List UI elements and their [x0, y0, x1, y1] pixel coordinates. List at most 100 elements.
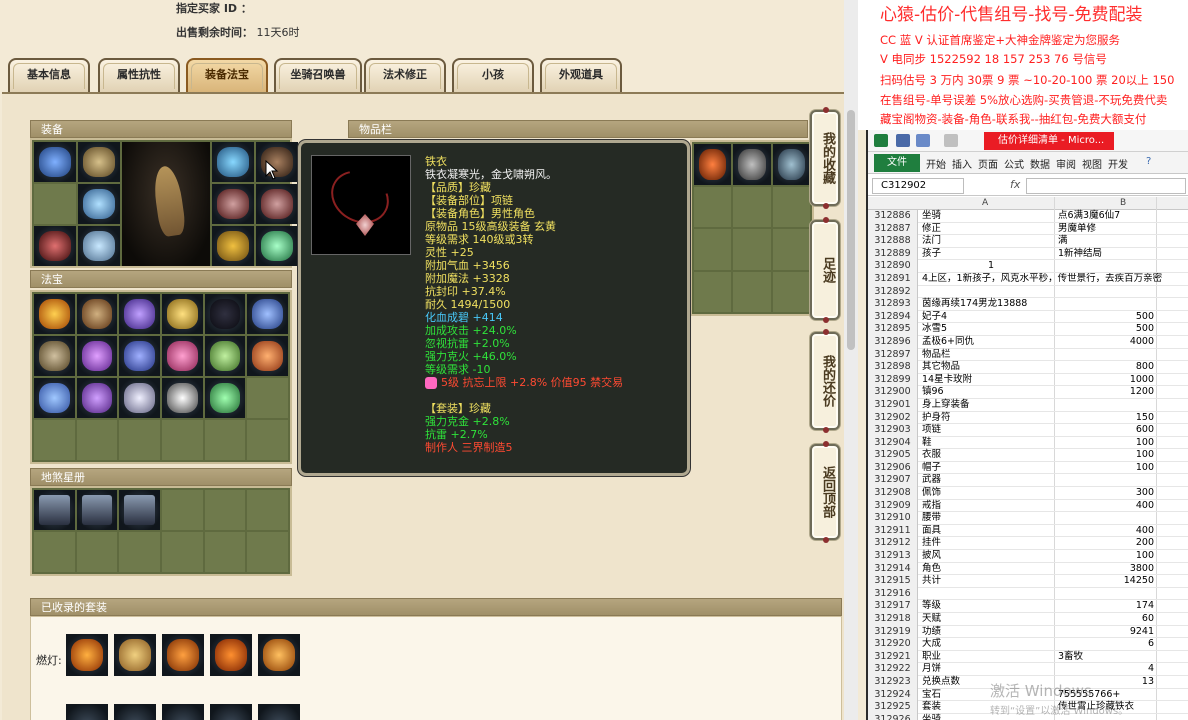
inventory-slot-empty[interactable] [694, 186, 732, 227]
treasure-item[interactable] [204, 294, 246, 334]
row-number[interactable]: 312911 [868, 524, 918, 538]
cell-b[interactable]: 300 [1056, 487, 1156, 500]
file-tab[interactable]: 文件 [874, 154, 920, 172]
row-number[interactable]: 312894 [868, 310, 918, 324]
set-item[interactable] [66, 634, 108, 676]
cell-b[interactable]: 400 [1056, 500, 1156, 513]
cell-b[interactable]: 100 [1056, 550, 1156, 563]
row-number[interactable]: 312914 [868, 562, 918, 576]
row-number[interactable]: 312902 [868, 411, 918, 425]
treasure-item[interactable] [76, 336, 118, 376]
row-number[interactable]: 312887 [868, 222, 918, 236]
cell-a[interactable]: 腰带 [920, 512, 1054, 525]
table-row[interactable]: 312916 [868, 587, 1188, 601]
cell-b[interactable]: 14250 [1056, 575, 1156, 588]
table-row[interactable]: 312894 妃子4 500 [868, 310, 1188, 324]
star-slot-empty[interactable] [204, 490, 246, 530]
table-row[interactable]: 312905 衣服 100 [868, 449, 1188, 462]
table-row[interactable]: 312886 坐骑 点6满3魔6仙7 [868, 210, 1188, 223]
table-row[interactable]: 312911 面具 400 [868, 524, 1188, 538]
cell-b[interactable]: 150 [1056, 412, 1156, 425]
table-row[interactable]: 312895 冰雪5 500 [868, 323, 1188, 336]
column-b-header[interactable]: B [1120, 197, 1126, 210]
table-row[interactable]: 312908 佩饰 300 [868, 487, 1188, 500]
row-number[interactable]: 312923 [868, 675, 918, 689]
tab-mounts-pets[interactable]: 坐骑召唤兽 [274, 58, 362, 92]
cell-a[interactable]: 镇96 [920, 386, 1054, 399]
row-number[interactable]: 312906 [868, 461, 918, 475]
table-row[interactable]: 312920 大成 6 [868, 638, 1188, 651]
treasure-slot-empty[interactable] [247, 378, 288, 418]
row-number[interactable]: 312913 [868, 550, 918, 563]
treasure-item[interactable] [119, 336, 160, 376]
table-row[interactable]: 312892 [868, 285, 1188, 299]
set-item[interactable] [114, 634, 156, 676]
row-number[interactable]: 312919 [868, 625, 918, 639]
fx-icon[interactable]: fx [1010, 178, 1020, 191]
inventory-slot-empty[interactable] [733, 186, 771, 227]
row-number[interactable]: 312903 [868, 424, 918, 437]
treasure-item[interactable] [247, 336, 288, 376]
treasure-slot-empty[interactable] [247, 420, 288, 460]
row-number[interactable]: 312921 [868, 650, 918, 664]
row-number[interactable]: 312909 [868, 499, 918, 513]
cell-a[interactable]: 共计 [920, 575, 1054, 588]
cell-b[interactable]: 1200 [1056, 386, 1156, 399]
table-row[interactable]: 312909 戒指 400 [868, 499, 1188, 513]
tab-basic-info[interactable]: 基本信息 [8, 58, 90, 92]
cell-a[interactable]: 孟极6+同仇 [920, 336, 1054, 349]
row-number[interactable]: 312907 [868, 474, 918, 488]
star-slot-empty[interactable] [204, 532, 246, 572]
row-number[interactable]: 312890 [868, 260, 918, 273]
treasure-slot-empty[interactable] [204, 420, 246, 460]
row-number[interactable]: 312922 [868, 663, 918, 676]
cell-a[interactable]: 衣服 [920, 449, 1054, 462]
cell-a[interactable]: 坐骑 [920, 210, 1054, 223]
inventory-slot-empty[interactable] [694, 229, 732, 270]
cell-a[interactable]: 挂件 [920, 537, 1054, 550]
row-number[interactable]: 312920 [868, 638, 918, 651]
table-row[interactable]: 312899 14星卡玫附 1000 [868, 373, 1188, 387]
cell-a[interactable]: 天赋 [920, 613, 1054, 626]
table-row[interactable]: 312897 物品栏 [868, 348, 1188, 362]
table-row[interactable]: 312904 鞋 100 [868, 436, 1188, 450]
set-item[interactable] [258, 634, 300, 676]
cell-b[interactable]: 200 [1056, 537, 1156, 550]
inventory-slot-empty[interactable] [694, 271, 732, 312]
treasure-item[interactable] [162, 336, 203, 376]
save-icon[interactable] [896, 134, 910, 147]
cell-a[interactable]: 14星卡玫附 [920, 374, 1054, 387]
cell-b[interactable]: 500 [1056, 311, 1156, 324]
cell-a[interactable]: 武器 [920, 474, 1054, 487]
cell-a[interactable]: 冰雪5 [920, 323, 1054, 336]
cell-a[interactable]: 4上区，1新孩子，风克水平秒，传世景行，去疾百万亲密 [920, 273, 1188, 286]
equip-slot-belt[interactable] [212, 226, 254, 266]
treasure-item[interactable] [204, 336, 246, 376]
treasure-item[interactable] [34, 294, 75, 334]
cell-b[interactable]: 4 [1056, 663, 1156, 676]
page-scrollbar[interactable] [844, 0, 858, 720]
star-card[interactable] [76, 490, 118, 530]
row-number[interactable]: 312926 [868, 713, 918, 720]
table-row[interactable]: 312913 披风 100 [868, 550, 1188, 563]
cell-b[interactable]: 100 [1056, 462, 1156, 475]
treasure-item[interactable] [247, 294, 288, 334]
ribbon-tab-review[interactable]: 审阅 [1056, 156, 1076, 171]
table-row[interactable]: 312903 项链 600 [868, 424, 1188, 437]
cell-a[interactable]: 孩子 [920, 248, 1054, 261]
cell-a[interactable]: 鞋 [920, 437, 1054, 450]
treasure-item[interactable] [119, 294, 160, 334]
treasure-slot-empty[interactable] [119, 420, 160, 460]
treasure-item[interactable] [34, 336, 75, 376]
cell-b[interactable]: 174 [1056, 600, 1156, 613]
cell-a[interactable]: 大成 [920, 638, 1054, 651]
cell-a-value[interactable]: 1 [988, 260, 994, 273]
cell-a[interactable]: 护身符 [920, 412, 1054, 425]
cell-a[interactable]: 职业 [920, 651, 1054, 664]
inventory-slot-empty[interactable] [772, 186, 810, 227]
table-row[interactable]: 312907 武器 [868, 474, 1188, 488]
set-item[interactable] [114, 704, 156, 720]
table-row[interactable]: 312901 身上穿装备 [868, 398, 1188, 412]
cell-b[interactable]: 500 [1056, 323, 1156, 336]
ribbon-tab-layout[interactable]: 页面 [978, 156, 998, 171]
